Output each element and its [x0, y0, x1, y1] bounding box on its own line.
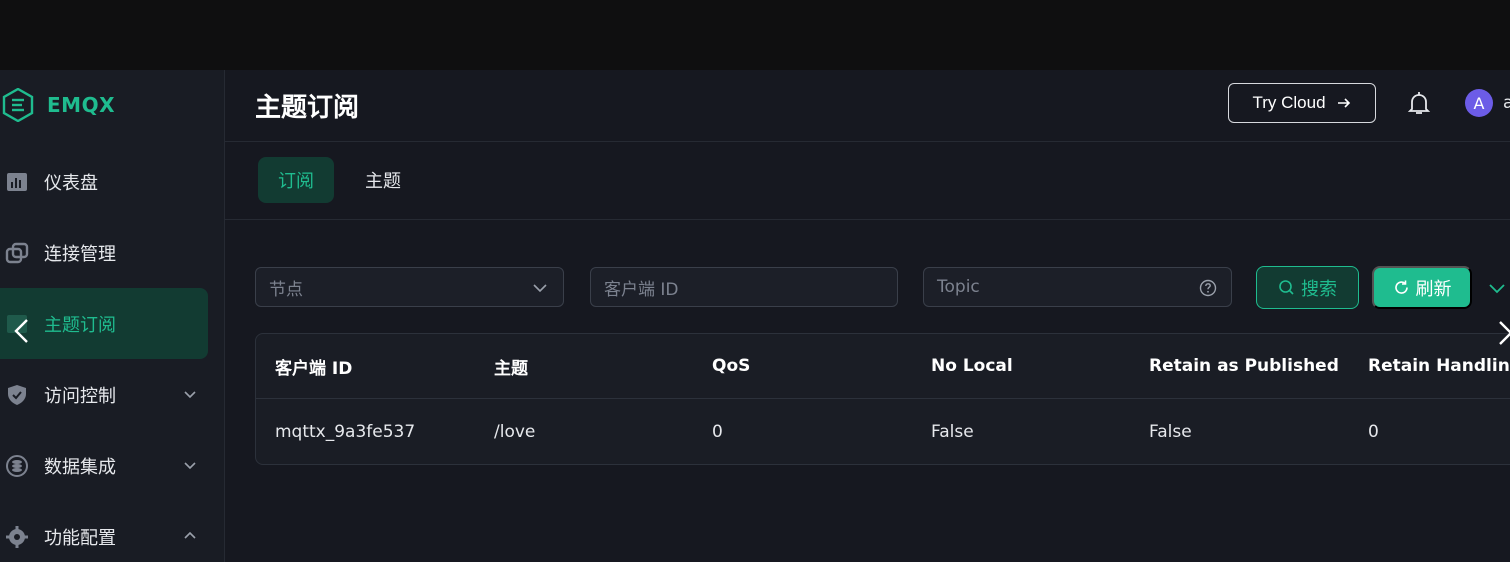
cell-client-id: mqttx_9a3fe537	[275, 422, 416, 442]
column-header-topic: 主题	[494, 358, 528, 379]
carousel-prev-icon[interactable]	[10, 317, 34, 345]
top-black-bar	[0, 0, 1510, 70]
table-row[interactable]: mqttx_9a3fe537 /love 0 False False 0	[256, 399, 1510, 464]
arrow-right-icon	[1337, 98, 1350, 108]
chevron-down-icon	[184, 391, 196, 399]
sidebar-item-label: 仪表盘	[44, 172, 98, 194]
tab-subscriptions[interactable]: 订阅	[258, 157, 334, 203]
logo-text: EMQX	[47, 93, 115, 117]
refresh-button[interactable]: 刷新	[1372, 266, 1472, 309]
refresh-icon	[1394, 280, 1408, 294]
sidebar-item-data-integration[interactable]: 数据集成	[0, 430, 224, 501]
data-integration-icon	[4, 453, 30, 479]
avatar[interactable]: A	[1465, 89, 1493, 117]
client-id-input[interactable]: 客户端 ID	[590, 267, 898, 307]
sidebar-item-label: 功能配置	[44, 527, 116, 549]
column-header-retain-as-published: Retain as Published	[1149, 356, 1339, 376]
column-header-qos: QoS	[712, 356, 751, 376]
app-window: EMQX 仪表盘 连接管理 主题订阅 访问控制 数据集成 功能配置 主题订阅 T…	[0, 70, 1510, 562]
search-button[interactable]: 搜索	[1256, 266, 1359, 309]
help-circle-icon[interactable]	[1199, 279, 1217, 297]
column-header-client-id: 客户端 ID	[275, 358, 353, 379]
sidebar-item-label: 数据集成	[44, 456, 116, 478]
sidebar: EMQX 仪表盘 连接管理 主题订阅 访问控制 数据集成 功能配置	[0, 70, 225, 562]
sidebar-item-label: 访问控制	[44, 385, 116, 407]
page-header: 主题订阅 Try Cloud A a	[225, 70, 1510, 142]
node-select[interactable]: 节点	[255, 267, 564, 307]
page-title: 主题订阅	[255, 93, 360, 123]
chevron-down-icon	[533, 284, 547, 293]
cell-topic: /love	[494, 422, 536, 442]
sidebar-item-label: 连接管理	[44, 243, 116, 265]
client-id-placeholder: 客户端 ID	[604, 279, 679, 300]
bell-icon[interactable]	[1405, 90, 1433, 118]
emqx-logo-icon	[2, 88, 34, 122]
topic-placeholder: Topic	[937, 277, 980, 297]
tab-bar: 订阅 主题	[225, 142, 1510, 220]
sidebar-item-connections[interactable]: 连接管理	[0, 217, 224, 288]
search-icon	[1279, 280, 1294, 295]
column-header-retain-handling: Retain Handling	[1368, 356, 1510, 376]
username[interactable]: a	[1503, 93, 1510, 113]
cell-no-local: False	[931, 422, 974, 442]
try-cloud-button[interactable]: Try Cloud	[1228, 83, 1376, 123]
subscriptions-table: 客户端 ID 主题 QoS No Local Retain as Publish…	[255, 333, 1510, 465]
sidebar-item-label: 主题订阅	[44, 314, 116, 336]
shield-icon	[4, 382, 30, 408]
carousel-next-icon[interactable]	[1495, 319, 1510, 347]
refresh-label: 刷新	[1415, 278, 1452, 299]
chevron-up-icon	[184, 531, 196, 539]
node-select-placeholder: 节点	[269, 279, 303, 300]
filter-bar: 节点 客户端 ID Topic 搜索 刷新	[225, 266, 1510, 309]
expand-filters-chevron-icon[interactable]	[1487, 278, 1507, 298]
table-header: 客户端 ID 主题 QoS No Local Retain as Publish…	[256, 334, 1510, 399]
sidebar-item-feature-config[interactable]: 功能配置	[0, 501, 224, 562]
dashboard-icon	[4, 169, 30, 195]
topic-input[interactable]: Topic	[923, 267, 1232, 307]
column-header-no-local: No Local	[931, 356, 1013, 376]
logo[interactable]: EMQX	[0, 70, 224, 140]
tab-topics[interactable]: 主题	[353, 157, 413, 203]
cell-retain-as-published: False	[1149, 422, 1192, 442]
cell-retain-handling: 0	[1368, 422, 1379, 442]
main-content: 主题订阅 Try Cloud A a 订阅 主题 节点 客户端 ID Topic	[225, 70, 1510, 562]
sidebar-nav: 仪表盘 连接管理 主题订阅 访问控制 数据集成 功能配置	[0, 146, 224, 562]
try-cloud-label: Try Cloud	[1252, 93, 1326, 112]
sidebar-item-dashboard[interactable]: 仪表盘	[0, 146, 224, 217]
connections-icon	[4, 240, 30, 266]
search-label: 搜索	[1301, 278, 1337, 299]
chevron-down-icon	[184, 462, 196, 470]
cell-qos: 0	[712, 422, 723, 442]
gear-icon	[4, 524, 30, 550]
sidebar-item-access-control[interactable]: 访问控制	[0, 359, 224, 430]
